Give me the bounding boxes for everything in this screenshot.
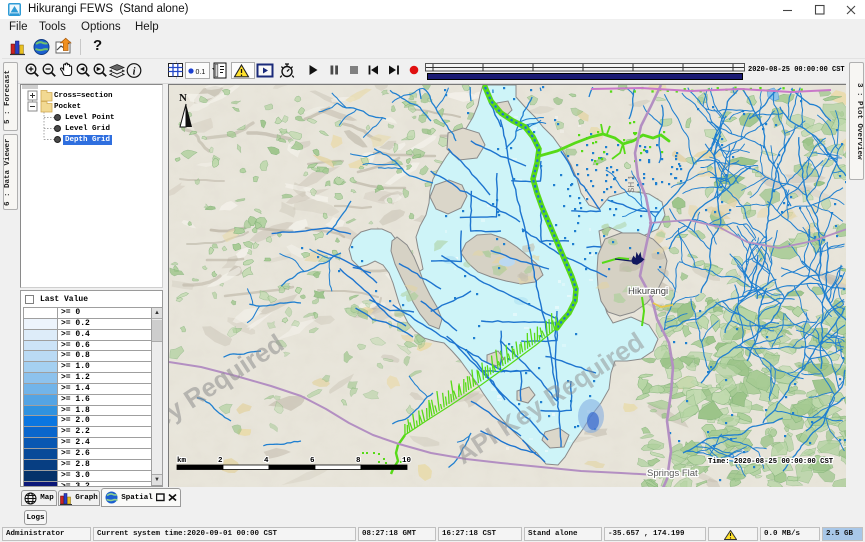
svg-text:6: 6 <box>310 457 315 465</box>
svg-text:Hikurangi: Hikurangi <box>628 286 668 297</box>
svg-text:4: 4 <box>264 457 269 465</box>
svg-text:10: 10 <box>402 457 412 465</box>
svg-text:8: 8 <box>356 457 361 465</box>
svg-text:Time: 2020-08-25 00:00:00 CST: Time: 2020-08-25 00:00:00 CST <box>708 458 834 466</box>
svg-text:i: i <box>133 67 136 78</box>
svg-text:N: N <box>179 92 187 104</box>
svg-text:Springs Flat: Springs Flat <box>647 468 698 479</box>
svg-text:km: km <box>177 457 187 465</box>
svg-text:SH 1: SH 1 <box>627 175 636 193</box>
svg-text:2: 2 <box>218 457 223 465</box>
svg-text:0.1: 0.1 <box>196 69 206 76</box>
